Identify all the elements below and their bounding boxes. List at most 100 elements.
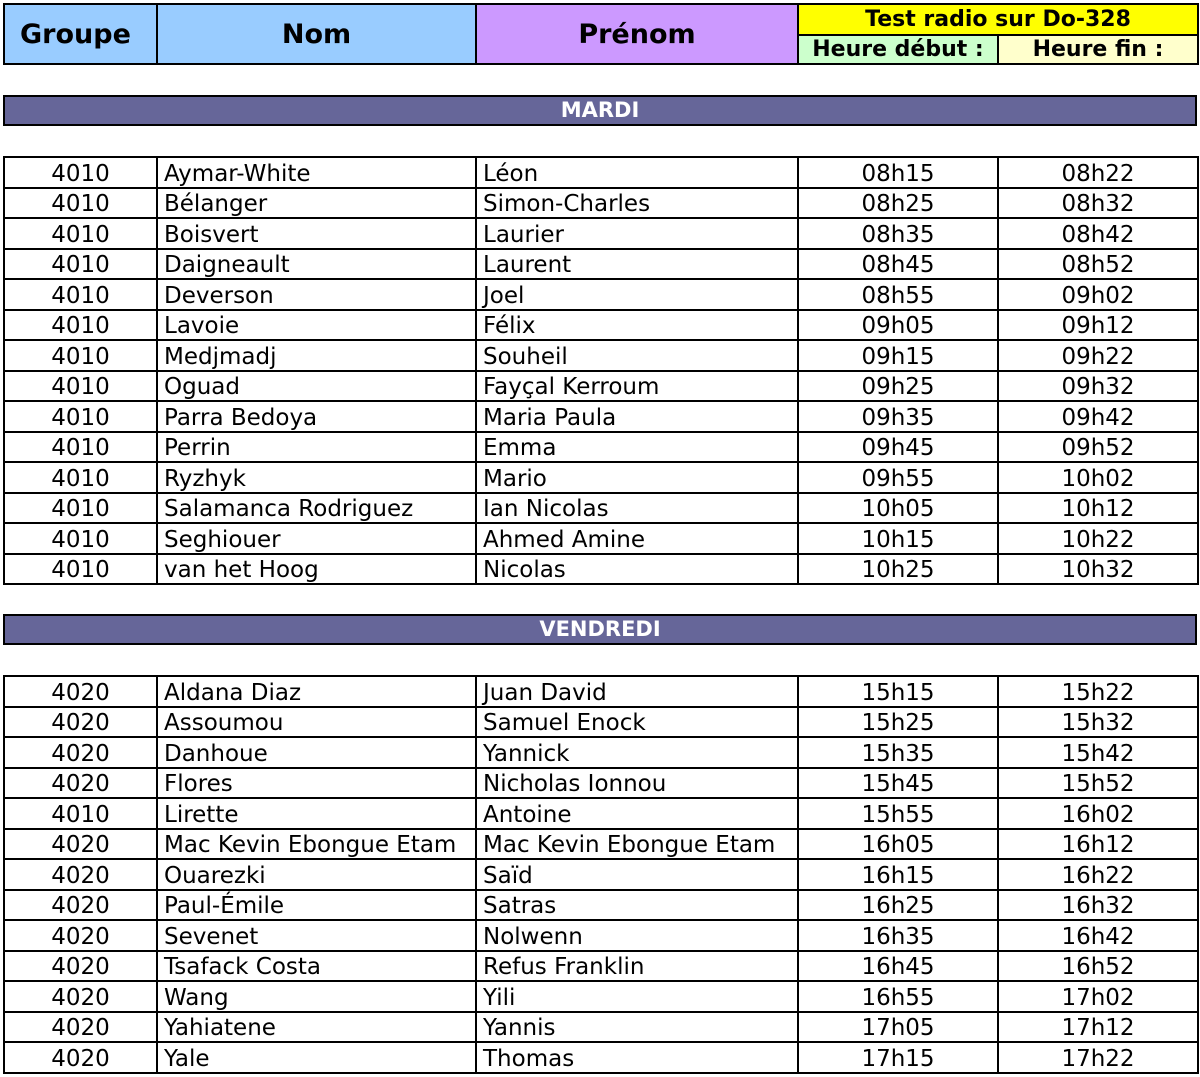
cell-prenom: Ian Nicolas xyxy=(475,491,799,524)
cell-prenom: Juan David xyxy=(475,675,799,708)
cell-groupe: 4010 xyxy=(3,369,158,402)
cell-prenom: Yannis xyxy=(475,1010,799,1043)
cell-heure-fin: 08h52 xyxy=(997,247,1199,280)
cell-heure-fin: 17h02 xyxy=(997,980,1199,1013)
cell-nom: Aymar-White xyxy=(156,156,477,189)
cell-nom: Paul-Émile xyxy=(156,888,477,921)
cell-prenom: Refus Franklin xyxy=(475,949,799,982)
cell-nom: Yahiatene xyxy=(156,1010,477,1043)
table-row: 4010 Ryzhyk Mario 09h55 10h02 xyxy=(3,461,1199,494)
cell-prenom: Samuel Enock xyxy=(475,705,799,738)
header-groupe: Groupe xyxy=(3,3,158,65)
cell-prenom: Yannick xyxy=(475,736,799,769)
cell-groupe: 4020 xyxy=(3,1010,158,1043)
cell-nom: Salamanca Rodriguez xyxy=(156,491,477,524)
cell-prenom: Joel xyxy=(475,278,799,311)
cell-nom: Daigneault xyxy=(156,247,477,280)
cell-heure-fin: 15h42 xyxy=(997,736,1199,769)
cell-groupe: 4010 xyxy=(3,461,158,494)
cell-nom: Seghiouer xyxy=(156,522,477,555)
cell-groupe: 4010 xyxy=(3,491,158,524)
cell-nom: Boisvert xyxy=(156,217,477,250)
cell-heure-debut: 09h45 xyxy=(797,430,999,463)
cell-heure-fin: 09h22 xyxy=(997,339,1199,372)
cell-heure-fin: 16h02 xyxy=(997,797,1199,830)
cell-groupe: 4010 xyxy=(3,522,158,555)
cell-heure-fin: 08h32 xyxy=(997,186,1199,219)
cell-nom: Lirette xyxy=(156,797,477,830)
cell-prenom: Ahmed Amine xyxy=(475,522,799,555)
cell-heure-debut: 10h15 xyxy=(797,522,999,555)
cell-nom: Flores xyxy=(156,766,477,799)
cell-prenom: Laurent xyxy=(475,247,799,280)
cell-nom: Tsafack Costa xyxy=(156,949,477,982)
header-heure-debut: Heure début : xyxy=(797,34,999,65)
day-bar-vendredi: VENDREDI xyxy=(3,614,1197,645)
header-test-title: Test radio sur Do-328 xyxy=(796,3,1200,36)
cell-nom: Danhoue xyxy=(156,736,477,769)
cell-heure-fin: 10h12 xyxy=(997,491,1199,524)
cell-groupe: 4020 xyxy=(3,766,158,799)
cell-heure-fin: 15h22 xyxy=(997,675,1199,708)
table-row: 4010 Parra Bedoya Maria Paula 09h35 09h42 xyxy=(3,400,1199,433)
cell-heure-fin: 09h12 xyxy=(997,308,1199,341)
table-row: 4020 Paul-Émile Satras 16h25 16h32 xyxy=(3,888,1199,921)
cell-prenom: Antoine xyxy=(475,797,799,830)
header-heure-fin: Heure fin : xyxy=(996,34,1200,65)
cell-prenom: Yili xyxy=(475,980,799,1013)
cell-groupe: 4010 xyxy=(3,339,158,372)
cell-prenom: Thomas xyxy=(475,1041,799,1074)
cell-prenom: Emma xyxy=(475,430,799,463)
table-row: 4010 Perrin Emma 09h45 09h52 xyxy=(3,430,1199,463)
cell-heure-debut: 09h05 xyxy=(797,308,999,341)
cell-prenom: Léon xyxy=(475,156,799,189)
cell-heure-debut: 15h55 xyxy=(797,797,999,830)
schedule-table-vendredi: 4020 Aldana Diaz Juan David 15h15 15h22 4020 A… xyxy=(3,675,1199,1074)
cell-prenom: Fayçal Kerroum xyxy=(475,369,799,402)
cell-heure-debut: 10h05 xyxy=(797,491,999,524)
table-row: 4010 Lavoie Félix 09h05 09h12 xyxy=(3,308,1199,341)
cell-prenom: Maria Paula xyxy=(475,400,799,433)
cell-nom: Ouarezki xyxy=(156,858,477,891)
cell-heure-fin: 10h22 xyxy=(997,522,1199,555)
table-row: 4020 Ouarezki Saïd 16h15 16h22 xyxy=(3,858,1199,891)
cell-heure-fin: 09h02 xyxy=(997,278,1199,311)
table-row: 4020 Yahiatene Yannis 17h05 17h12 xyxy=(3,1010,1199,1043)
cell-heure-fin: 15h32 xyxy=(997,705,1199,738)
table-row: 4010 Aymar-White Léon 08h15 08h22 xyxy=(3,156,1199,189)
schedule-table-mardi: 4010 Aymar-White Léon 08h15 08h22 4010 Bélange… xyxy=(3,156,1199,585)
table-row: 4020 Assoumou Samuel Enock 15h25 15h32 xyxy=(3,705,1199,738)
table-row: 4010 Salamanca Rodriguez Ian Nicolas 10h05 1… xyxy=(3,491,1199,524)
cell-nom: Aldana Diaz xyxy=(156,675,477,708)
cell-groupe: 4020 xyxy=(3,675,158,708)
cell-groupe: 4020 xyxy=(3,858,158,891)
cell-heure-fin: 17h22 xyxy=(997,1041,1199,1074)
cell-groupe: 4020 xyxy=(3,736,158,769)
cell-heure-debut: 16h15 xyxy=(797,858,999,891)
cell-groupe: 4010 xyxy=(3,217,158,250)
table-row: 4020 Mac Kevin Ebongue Etam Mac Kevin Ebon… xyxy=(3,827,1199,860)
cell-groupe: 4010 xyxy=(3,156,158,189)
cell-nom: Perrin xyxy=(156,430,477,463)
cell-heure-debut: 15h25 xyxy=(797,705,999,738)
cell-heure-debut: 09h35 xyxy=(797,400,999,433)
table-row: 4010 Bélanger Simon-Charles 08h25 08h32 xyxy=(3,186,1199,219)
cell-prenom: Souheil xyxy=(475,339,799,372)
header-table: Groupe Nom Prénom Test radio sur Do-328 … xyxy=(3,3,1200,65)
cell-nom: Wang xyxy=(156,980,477,1013)
cell-heure-debut: 16h55 xyxy=(797,980,999,1013)
cell-nom: Sevenet xyxy=(156,919,477,952)
cell-nom: Yale xyxy=(156,1041,477,1074)
header-prenom: Prénom xyxy=(475,3,799,65)
cell-heure-fin: 10h02 xyxy=(997,461,1199,494)
cell-groupe: 4010 xyxy=(3,797,158,830)
cell-groupe: 4020 xyxy=(3,980,158,1013)
table-row: 4010 Lirette Antoine 15h55 16h02 xyxy=(3,797,1199,830)
cell-heure-debut: 17h15 xyxy=(797,1041,999,1074)
table-row: 4020 Yale Thomas 17h15 17h22 xyxy=(3,1041,1199,1074)
cell-groupe: 4010 xyxy=(3,552,158,585)
cell-prenom: Simon-Charles xyxy=(475,186,799,219)
cell-prenom: Félix xyxy=(475,308,799,341)
cell-heure-debut: 15h35 xyxy=(797,736,999,769)
cell-groupe: 4020 xyxy=(3,705,158,738)
